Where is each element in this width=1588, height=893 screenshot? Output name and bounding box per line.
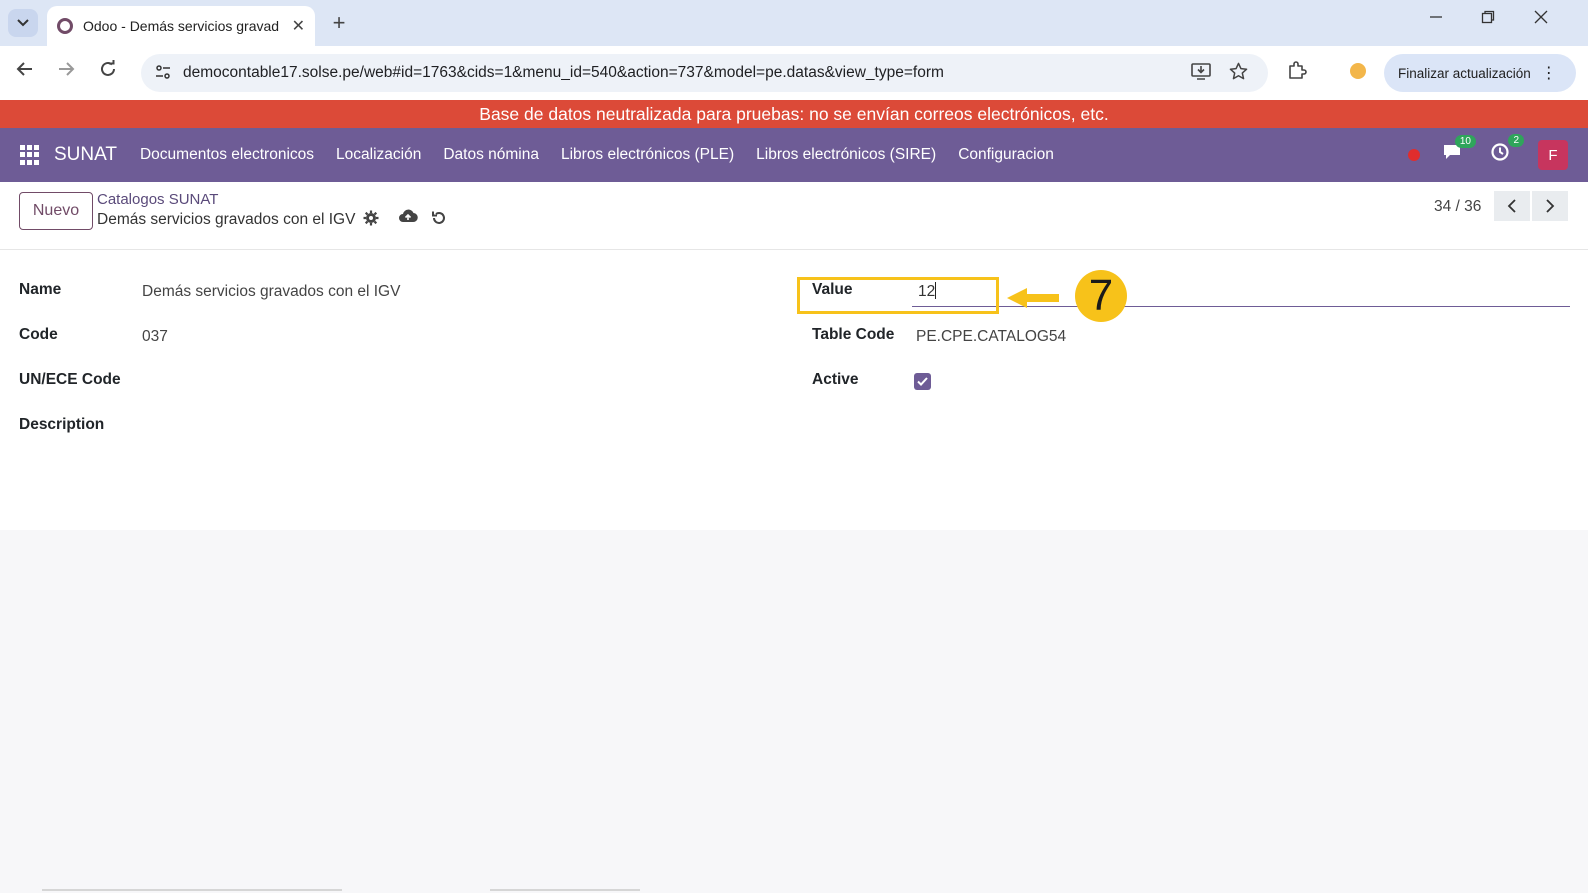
extensions-icon[interactable] (1287, 60, 1307, 85)
menu-libros-ple[interactable]: Libros electrónicos (PLE) (550, 146, 745, 164)
discard-changes-icon[interactable] (431, 210, 447, 231)
close-window-icon[interactable] (1521, 10, 1561, 29)
name-field[interactable]: Demás servicios gravados con el IGV (142, 283, 400, 301)
forward-icon[interactable] (53, 60, 79, 84)
site-info-icon[interactable] (147, 64, 179, 83)
checkmark-icon (917, 377, 928, 386)
browser-toolbar: democontable17.solse.pe/web#id=1763&cids… (0, 46, 1588, 100)
annotation-highlight-box (797, 277, 999, 314)
more-vertical-icon[interactable]: ⋮ (1541, 63, 1557, 83)
breadcrumb-parent[interactable]: Catalogos SUNAT (97, 191, 218, 208)
tab-list-button[interactable] (8, 9, 38, 37)
chevron-down-icon (17, 19, 29, 27)
code-field[interactable]: 037 (142, 328, 168, 346)
user-avatar[interactable]: F (1538, 140, 1568, 170)
menu-datos-nomina[interactable]: Datos nómina (432, 146, 550, 164)
activities-clock-icon[interactable]: 2 (1490, 134, 1524, 168)
active-checkbox[interactable] (914, 373, 931, 390)
pager-value[interactable]: 34 / 36 (1434, 198, 1481, 216)
messages-icon[interactable]: 10 (1442, 135, 1476, 167)
pager-next-icon[interactable] (1532, 191, 1568, 221)
annotation-step-number: 7 (1075, 270, 1127, 322)
profile-icon[interactable] (1350, 63, 1366, 79)
gear-icon[interactable] (363, 210, 379, 231)
unece-code-label: UN/ECE Code (19, 371, 121, 388)
install-app-icon[interactable] (1191, 62, 1211, 85)
active-label: Active (812, 371, 859, 388)
horizontal-scrollbar[interactable] (42, 889, 342, 891)
description-label: Description (19, 416, 105, 433)
restore-icon[interactable] (1468, 10, 1508, 29)
new-record-button[interactable]: Nuevo (19, 192, 93, 230)
annotation-arrow-icon (1007, 288, 1059, 308)
menu-documentos-electronicos[interactable]: Documentos electronicos (129, 146, 325, 164)
address-bar[interactable]: democontable17.solse.pe/web#id=1763&cids… (141, 54, 1268, 92)
finish-update-button[interactable]: Finalizar actualización ⋮ (1384, 54, 1576, 92)
browser-tab[interactable]: Odoo - Demás servicios gravad ✕ (47, 6, 315, 46)
table-code-field[interactable]: PE.CPE.CATALOG54 (916, 328, 1066, 346)
menu-libros-sire[interactable]: Libros electrónicos (SIRE) (745, 146, 947, 164)
name-label: Name (19, 281, 62, 298)
close-tab-icon[interactable]: ✕ (292, 16, 305, 36)
finish-update-label: Finalizar actualización (1398, 65, 1531, 81)
pager-previous-icon[interactable] (1494, 191, 1530, 221)
menu-localizacion[interactable]: Localización (325, 146, 432, 164)
reload-icon[interactable] (95, 60, 121, 84)
apps-menu-icon[interactable] (20, 145, 40, 165)
scrollbar-segment (490, 889, 640, 891)
browser-tab-strip: Odoo - Demás servicios gravad ✕ + (0, 0, 1588, 46)
table-code-label: Table Code (812, 326, 895, 343)
control-panel: Nuevo Catalogos SUNAT Demás servicios gr… (0, 182, 1588, 250)
back-icon[interactable] (12, 60, 38, 84)
neutralized-db-banner: Base de datos neutralizada para pruebas:… (0, 100, 1588, 128)
activities-badge: 2 (1508, 134, 1524, 147)
code-label: Code (19, 326, 58, 343)
cloud-save-icon[interactable] (398, 208, 418, 229)
main-navbar: SUNAT Documentos electronicos Localizaci… (0, 128, 1588, 182)
recording-indicator-icon[interactable] (1408, 149, 1420, 161)
app-brand[interactable]: SUNAT (54, 144, 117, 166)
minimize-icon[interactable] (1416, 10, 1456, 29)
systray: 10 2 F (1408, 134, 1568, 170)
tab-title: Odoo - Demás servicios gravad (83, 18, 280, 34)
menu-configuracion[interactable]: Configuracion (947, 146, 1065, 164)
bookmark-star-icon[interactable] (1229, 62, 1248, 86)
messages-badge: 10 (1454, 135, 1476, 148)
url-text: democontable17.solse.pe/web#id=1763&cids… (183, 64, 944, 81)
breadcrumb-current: Demás servicios gravados con el IGV (97, 211, 356, 228)
odoo-favicon-icon (57, 18, 73, 34)
new-tab-button[interactable]: + (325, 10, 353, 36)
